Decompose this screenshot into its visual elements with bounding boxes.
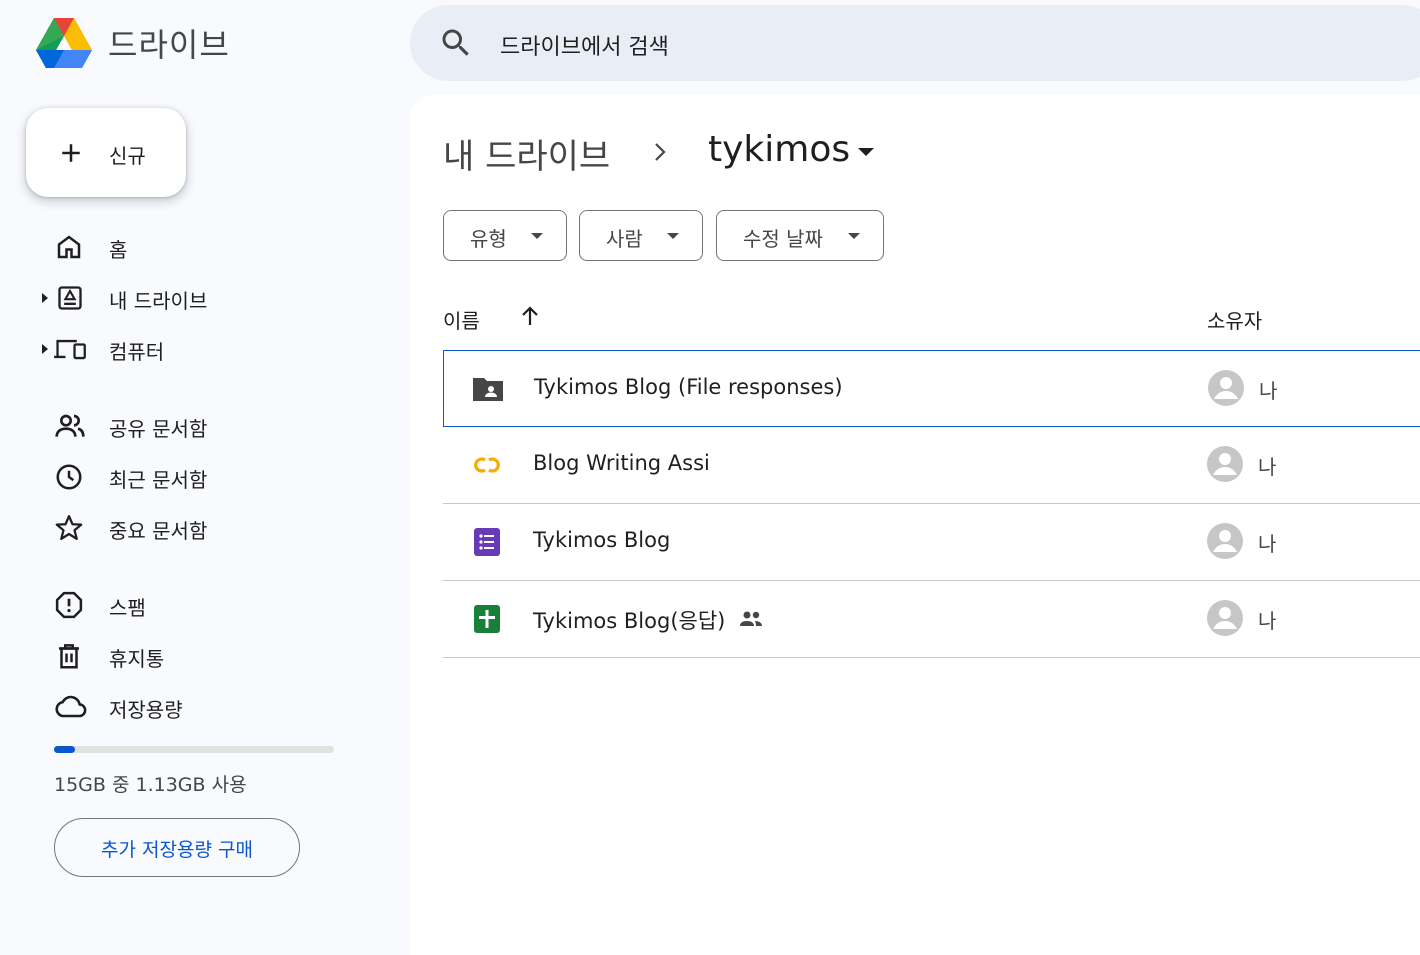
buy-storage-button[interactable]: 추가 저장용량 구매 xyxy=(54,818,300,877)
google-forms-icon xyxy=(474,528,500,556)
sidebar-item-label: 최근 문서함 xyxy=(109,468,208,492)
search-bar[interactable]: 드라이브에서 검색 xyxy=(410,5,1420,81)
file-name[interactable]: Tykimos Blog (File responses) xyxy=(534,375,843,399)
arrow-up-icon[interactable] xyxy=(518,303,542,329)
google-sheets-icon xyxy=(474,605,500,633)
sidebar-item-computers[interactable]: 컴퓨터 xyxy=(0,325,400,373)
buy-storage-label: 추가 저장용량 구매 xyxy=(101,839,253,861)
sidebar-item-label: 스팸 xyxy=(109,596,146,620)
owner-label: 나 xyxy=(1258,532,1277,556)
app-title[interactable]: 드라이브 xyxy=(108,20,230,66)
computers-icon xyxy=(54,339,86,360)
search-icon[interactable] xyxy=(438,25,474,61)
home-icon xyxy=(57,235,81,259)
clock-icon xyxy=(56,464,82,490)
storage-usage-bar xyxy=(54,746,334,753)
sidebar-item-spam[interactable]: 스팸 xyxy=(0,581,400,629)
filter-modified-chip[interactable]: 수정 날짜 xyxy=(716,210,884,261)
new-button[interactable]: 신규 xyxy=(26,108,186,197)
file-name[interactable]: Tykimos Blog(응답) xyxy=(533,605,725,635)
owner-label: 나 xyxy=(1259,379,1278,403)
column-header-owner[interactable]: 소유자 xyxy=(1207,305,1262,334)
colab-icon xyxy=(474,457,500,473)
sidebar-item-trash[interactable]: 휴지통 xyxy=(0,632,400,680)
sidebar-item-label: 중요 문서함 xyxy=(109,519,208,543)
caret-down-icon xyxy=(531,233,543,239)
storage-usage-fill xyxy=(54,746,75,753)
breadcrumb-current-folder[interactable]: tykimos xyxy=(708,129,850,170)
chevron-right-icon xyxy=(655,143,666,161)
filter-chip-label: 유형 xyxy=(470,227,507,251)
expand-caret-icon[interactable] xyxy=(40,292,50,304)
caret-down-icon xyxy=(667,233,679,239)
breadcrumb-my-drive[interactable]: 내 드라이브 xyxy=(443,129,610,178)
spam-icon xyxy=(55,591,83,619)
avatar-icon xyxy=(1208,370,1244,406)
main-panel: 내 드라이브 tykimos 유형 사람 수정 날짜 이름 소유자 Tykimo… xyxy=(410,95,1420,955)
table-row[interactable]: Blog Writing Assi 나 xyxy=(443,427,1420,504)
sidebar-item-home[interactable]: 홈 xyxy=(0,223,400,271)
sidebar-item-shared-with-me[interactable]: 공유 문서함 xyxy=(0,402,400,450)
plus-icon xyxy=(62,144,80,162)
expand-caret-icon[interactable] xyxy=(40,343,50,355)
new-button-label: 신규 xyxy=(109,144,146,168)
filter-chip-label: 수정 날짜 xyxy=(743,227,823,251)
search-input[interactable]: 드라이브에서 검색 xyxy=(500,29,669,61)
shared-people-icon xyxy=(740,611,762,626)
storage-usage-text: 15GB 중 1.13GB 사용 xyxy=(54,774,247,796)
sidebar-item-storage[interactable]: 저장용량 xyxy=(0,683,400,731)
cloud-icon xyxy=(55,695,87,718)
avatar-icon xyxy=(1207,600,1243,636)
caret-down-icon xyxy=(848,233,860,239)
avatar-icon xyxy=(1207,523,1243,559)
avatar-icon xyxy=(1207,446,1243,482)
drive-logo-icon[interactable] xyxy=(34,16,94,70)
filter-chip-label: 사람 xyxy=(606,227,643,251)
sidebar-item-recent[interactable]: 최근 문서함 xyxy=(0,453,400,501)
file-name[interactable]: Blog Writing Assi xyxy=(533,451,710,475)
sidebar-item-starred[interactable]: 중요 문서함 xyxy=(0,504,400,552)
star-icon xyxy=(55,515,83,541)
sidebar-item-label: 내 드라이브 xyxy=(109,289,208,313)
shared-with-me-icon xyxy=(55,414,85,437)
sidebar-item-label: 홈 xyxy=(109,238,128,262)
sidebar-item-label: 휴지통 xyxy=(109,647,165,671)
my-drive-icon xyxy=(58,286,82,310)
filter-people-chip[interactable]: 사람 xyxy=(579,210,703,261)
trash-icon xyxy=(59,644,79,669)
sidebar-item-label: 공유 문서함 xyxy=(109,417,208,441)
table-row[interactable]: Tykimos Blog(응답) 나 xyxy=(443,581,1420,658)
column-header-name[interactable]: 이름 xyxy=(443,305,480,334)
owner-label: 나 xyxy=(1258,455,1277,479)
filter-type-chip[interactable]: 유형 xyxy=(443,210,567,261)
table-row[interactable]: Tykimos Blog (File responses) 나 xyxy=(443,350,1420,427)
shared-folder-icon xyxy=(473,378,503,401)
table-row[interactable]: Tykimos Blog 나 xyxy=(443,504,1420,581)
sidebar-item-label: 저장용량 xyxy=(109,698,183,722)
file-name[interactable]: Tykimos Blog xyxy=(533,528,670,552)
caret-down-icon[interactable] xyxy=(856,145,876,159)
sidebar-item-my-drive[interactable]: 내 드라이브 xyxy=(0,274,400,322)
sidebar-item-label: 컴퓨터 xyxy=(109,340,165,364)
owner-label: 나 xyxy=(1258,609,1277,633)
